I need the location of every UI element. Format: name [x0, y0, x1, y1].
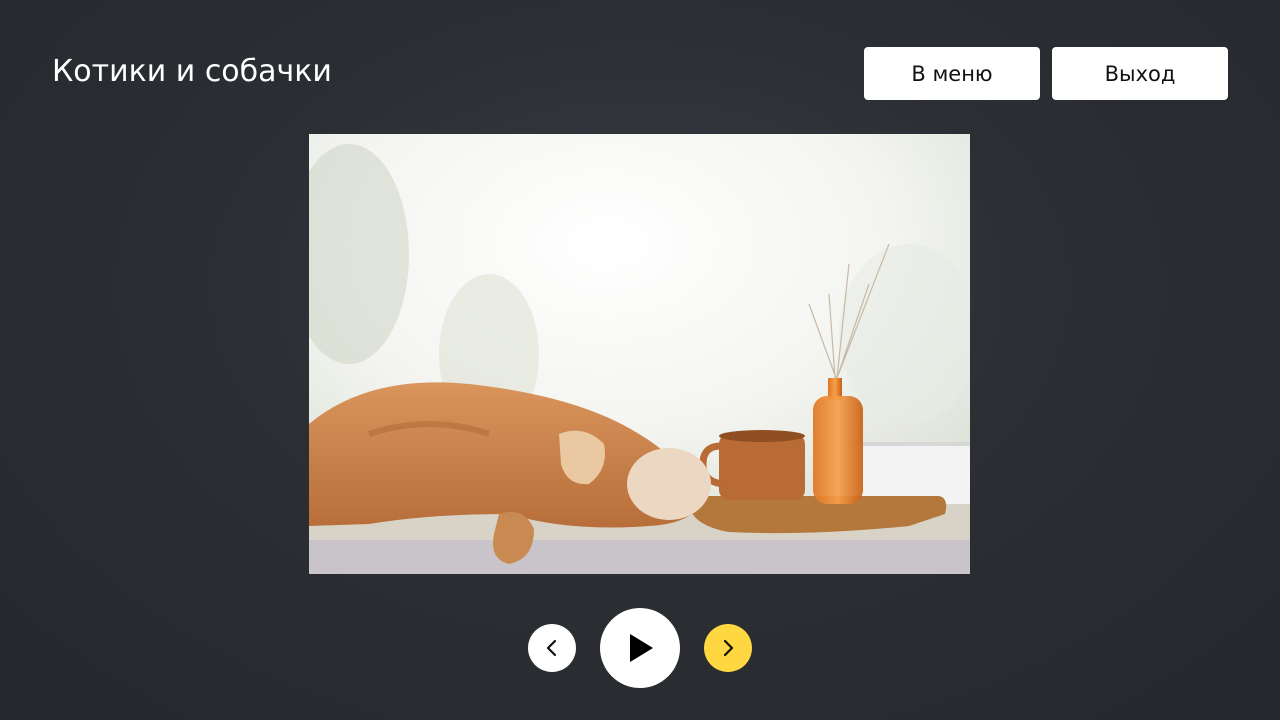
cat-photo: [309, 134, 970, 574]
exit-button[interactable]: Выход: [1052, 47, 1228, 100]
next-button[interactable]: [704, 624, 752, 672]
page-title: Котики и собачки: [52, 54, 332, 89]
chevron-left-icon: [546, 639, 557, 657]
slide-image: [309, 134, 970, 574]
play-button[interactable]: [600, 608, 680, 688]
previous-button[interactable]: [528, 624, 576, 672]
chevron-right-icon: [723, 639, 734, 657]
play-icon: [630, 634, 653, 662]
menu-button[interactable]: В меню: [864, 47, 1040, 100]
